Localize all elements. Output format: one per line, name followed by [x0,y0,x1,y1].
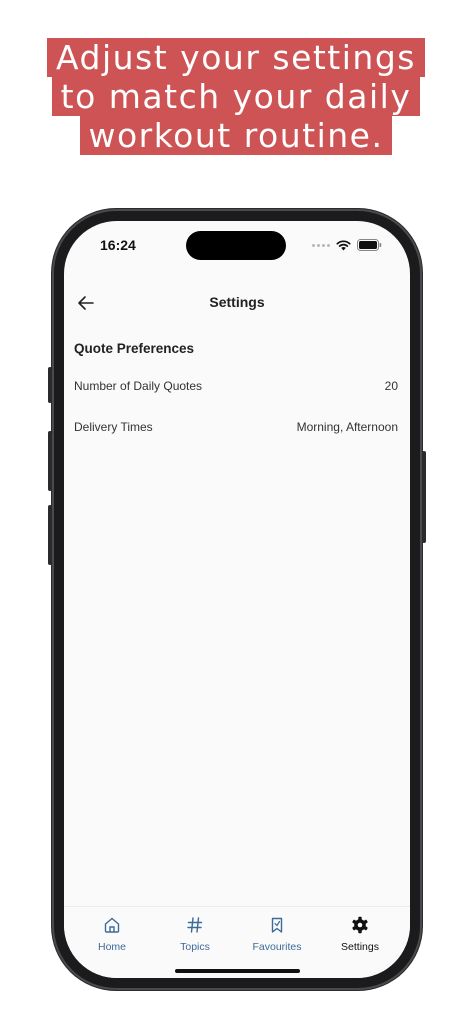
row-label: Delivery Times [74,420,153,434]
tab-settings[interactable]: Settings [317,907,403,967]
power-button [422,451,426,543]
headline-line-2: to match your daily [51,77,421,116]
wifi-icon [336,239,351,250]
dynamic-island [186,231,286,260]
bookmark-icon [271,917,283,933]
row-value: 20 [384,379,398,393]
signal-dots-icon [312,243,330,247]
delivery-times-row[interactable]: Delivery Times Morning, Afternoon [74,420,398,434]
phone-frame: 16:24 Settings Quote Preferences Number … [48,209,426,990]
status-icons [312,239,382,251]
app-screen: 16:24 Settings Quote Preferences Number … [64,221,410,978]
daily-quotes-row[interactable]: Number of Daily Quotes 20 [74,379,398,393]
tab-topics[interactable]: Topics [152,907,238,967]
tab-favourites[interactable]: Favourites [234,907,320,967]
action-button [48,367,52,403]
home-icon [104,917,120,933]
hashtag-icon [187,917,203,933]
headline-line-3: workout routine. [79,116,393,155]
tab-label: Favourites [252,941,302,953]
page-title: Settings [209,294,265,310]
tab-label: Settings [341,941,379,953]
section-title: Quote Preferences [74,341,195,356]
row-value: Morning, Afternoon [296,420,398,434]
battery-icon [357,239,382,251]
tab-home[interactable]: Home [69,907,155,967]
row-label: Number of Daily Quotes [74,379,203,393]
home-indicator [175,969,300,973]
headline-line-1: Adjust your settings [47,38,425,77]
bottom-navigation: Home Topics Favourites Settings [64,906,410,978]
volume-down-button [48,505,52,565]
tab-label: Topics [180,941,210,953]
promo-headline: Adjust your settings to match your daily… [0,38,472,155]
status-time: 16:24 [100,237,136,253]
app-screenshot: Adjust your settings to match your daily… [0,0,472,1024]
volume-up-button [48,431,52,491]
gear-icon [352,916,368,934]
tab-label: Home [97,941,126,953]
